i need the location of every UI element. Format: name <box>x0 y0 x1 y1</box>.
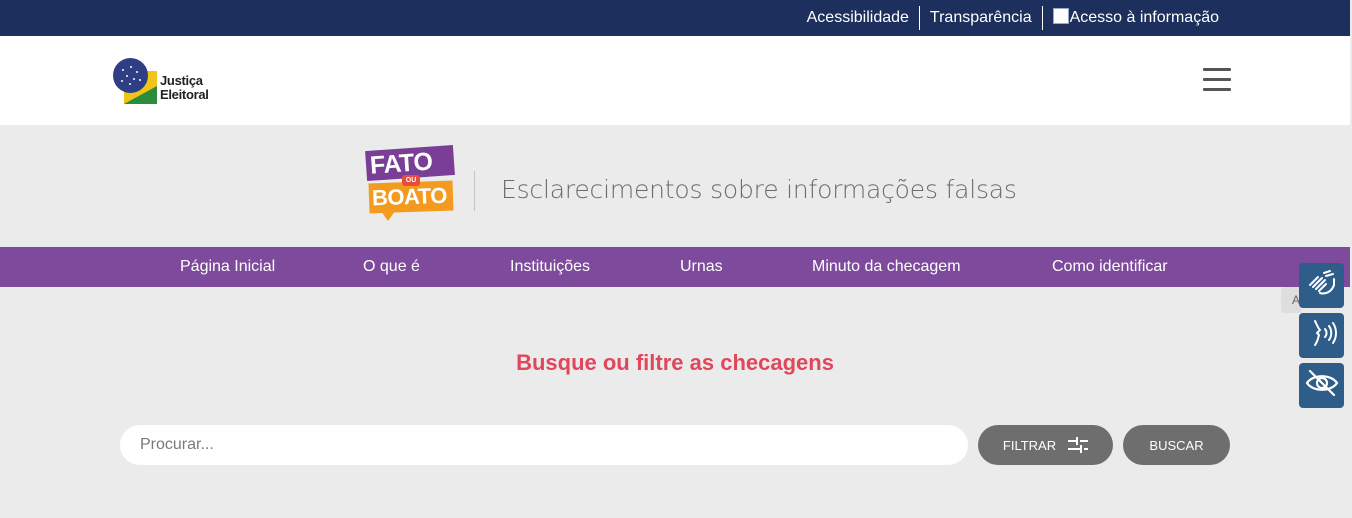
fato-ou-boato-logo[interactable]: FATO BOATO OU <box>363 144 463 225</box>
sign-language-icon <box>1306 267 1338 304</box>
nav-item-minuto-da-checagem[interactable]: Minuto da checagem <box>812 247 961 287</box>
hamburger-icon[interactable] <box>1203 67 1231 93</box>
accessibility-link[interactable]: Acessibilidade <box>797 6 919 30</box>
information-access-link[interactable]: Acesso à informação <box>1043 6 1229 30</box>
filter-button-label: FILTRAR <box>1002 437 1057 453</box>
sliders-icon <box>1068 436 1089 454</box>
logo-boato-text: BOATO <box>371 182 448 211</box>
logo-line-2: Eleitoral <box>160 87 209 102</box>
logo-text: Justiça Eleitoral <box>160 74 209 102</box>
speech-bubble-tail <box>381 211 395 221</box>
logo-line-1: Justiça <box>160 73 203 88</box>
logo-blue-circle <box>113 58 148 93</box>
nav-item-instituicoes[interactable]: Instituições <box>510 247 590 287</box>
nav-item-urnas[interactable]: Urnas <box>680 247 723 287</box>
filter-button[interactable]: FILTRAR <box>978 425 1113 465</box>
accessibility-tab[interactable]: A <box>1281 287 1301 313</box>
banner-divider <box>474 171 475 211</box>
page-banner: FATO BOATO OU Esclarecimentos sobre info… <box>0 125 1350 247</box>
search-button[interactable]: BUSCAR <box>1123 425 1230 465</box>
page-tagline: Esclarecimentos sobre informações falsas <box>501 175 1017 204</box>
logo-fato-text: FATO <box>369 147 434 180</box>
sign-language-button[interactable] <box>1299 263 1344 308</box>
site-header: Justiça Eleitoral <box>0 36 1350 125</box>
information-access-label: Acesso à informação <box>1069 9 1219 26</box>
logo-ou-text: OU <box>402 175 420 186</box>
page-title: Busque ou filtre as checagens <box>516 350 834 375</box>
nav-item-pagina-inicial[interactable]: Página Inicial <box>180 247 275 287</box>
justica-eleitoral-logo[interactable]: Justiça Eleitoral <box>113 58 223 106</box>
hide-eye-button[interactable] <box>1299 363 1344 408</box>
voice-reader-button[interactable] <box>1299 313 1344 358</box>
voice-reader-icon <box>1306 317 1338 354</box>
search-input[interactable] <box>120 425 968 465</box>
top-links: Acessibilidade Transparência Acesso à in… <box>797 0 1229 36</box>
transparency-link[interactable]: Transparência <box>920 6 1042 30</box>
nav-item-o-que-e[interactable]: O que é <box>363 247 420 287</box>
top-bar: Acessibilidade Transparência Acesso à in… <box>0 0 1350 36</box>
broken-image-icon <box>1052 8 1069 24</box>
hide-eye-icon <box>1305 368 1339 403</box>
nav-item-como-identificar[interactable]: Como identificar <box>1052 247 1168 287</box>
main-nav: Página Inicial O que é Instituições Urna… <box>0 247 1350 287</box>
